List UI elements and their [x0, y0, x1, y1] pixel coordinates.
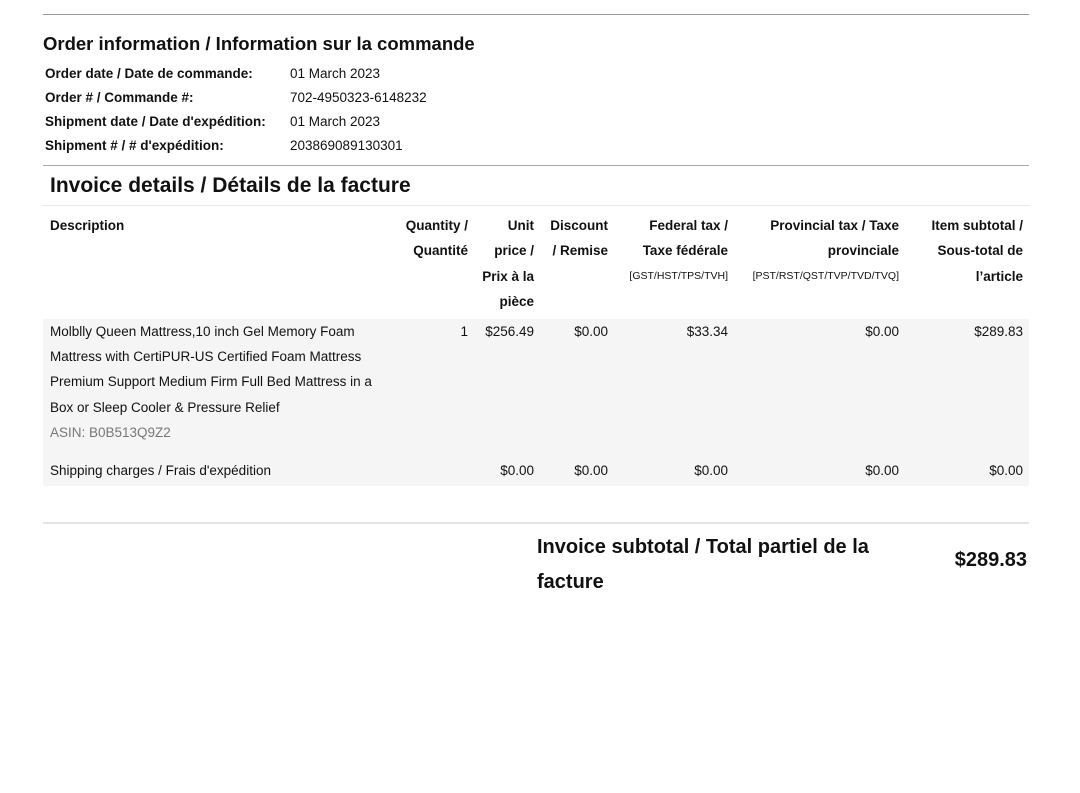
shipment-number-label: Shipment # / # d'expédition:: [45, 138, 224, 153]
header-divider: [43, 205, 1029, 206]
order-number-label: Order # / Commande #:: [45, 90, 194, 105]
shipping-federal-tax: $0.00: [694, 462, 728, 478]
shipment-date-value: 01 March 2023: [290, 114, 381, 129]
federal-tax-codes: [GST/HST/TPS/TVH]: [629, 269, 728, 282]
order-info-title: Order information / Information sur la c…: [43, 33, 475, 54]
shipping-row: Shipping charges / Frais d'expédition $0…: [43, 457, 1029, 487]
item-description-cell: Molblly Queen Mattress,10 inch Gel Memor…: [43, 319, 396, 458]
shipping-unit-price: $0.00: [500, 462, 534, 478]
item-asin: ASIN: B0B513Q9Z2: [50, 425, 171, 441]
table-header-row: Description Quantity / Quantité Unit pri…: [43, 213, 1029, 319]
item-federal-tax: $33.34: [686, 323, 728, 339]
order-number-value: 702-4950323-6148232: [290, 90, 427, 105]
item-unit-price: $256.49: [485, 323, 534, 339]
shipping-quantity: [396, 458, 474, 486]
table-bottom-rule: [43, 522, 1029, 524]
item-discount: $0.00: [574, 323, 608, 339]
section-divider: [43, 165, 1029, 166]
federal-tax-label: Federal tax / Taxe fédérale: [642, 218, 728, 259]
invoice-details-title: Invoice details / Détails de la facture: [50, 174, 411, 197]
item-subtotal: $289.83: [974, 323, 1023, 339]
provincial-tax-label: Provincial tax / Taxe provinciale: [770, 218, 899, 259]
order-date-value: 01 March 2023: [290, 66, 381, 81]
item-description: Molblly Queen Mattress,10 inch Gel Memor…: [50, 323, 372, 415]
invoice-subtotal-label: Invoice subtotal / Total partiel de la f…: [537, 536, 869, 593]
col-header-discount: Discount / Remise: [550, 218, 608, 259]
col-header-quantity: Quantity / Quantité: [405, 218, 468, 259]
shipping-subtotal: $0.00: [989, 462, 1023, 478]
shipment-number-value: 203869089130301: [290, 138, 403, 153]
invoice-items-table: Description Quantity / Quantité Unit pri…: [43, 213, 1029, 487]
shipping-description: Shipping charges / Frais d'expédition: [50, 462, 271, 478]
col-header-provincial-tax: Provincial tax / Taxe provinciale [PST/R…: [734, 213, 905, 319]
item-quantity: 1: [460, 323, 468, 339]
col-header-description: Description: [50, 218, 125, 233]
item-provincial-tax: $0.00: [865, 323, 899, 339]
shipping-provincial-tax: $0.00: [865, 462, 899, 478]
provincial-tax-codes: [PST/RST/QST/TVP/TVD/TVQ]: [752, 269, 899, 282]
order-date-label: Order date / Date de commande:: [45, 66, 253, 81]
col-header-federal-tax: Federal tax / Taxe fédérale [GST/HST/TPS…: [614, 213, 734, 319]
top-divider: [43, 14, 1029, 15]
shipping-discount: $0.00: [574, 462, 608, 478]
shipment-date-label: Shipment date / Date d'expédition:: [45, 114, 266, 129]
col-header-item-subtotal: Item subtotal / Sous-total de l’article: [931, 218, 1023, 284]
table-row: Molblly Queen Mattress,10 inch Gel Memor…: [43, 318, 1029, 458]
invoice-subtotal-value: $289.83: [954, 549, 1027, 571]
col-header-unit-price: Unit price / Prix à la pièce: [482, 218, 534, 310]
